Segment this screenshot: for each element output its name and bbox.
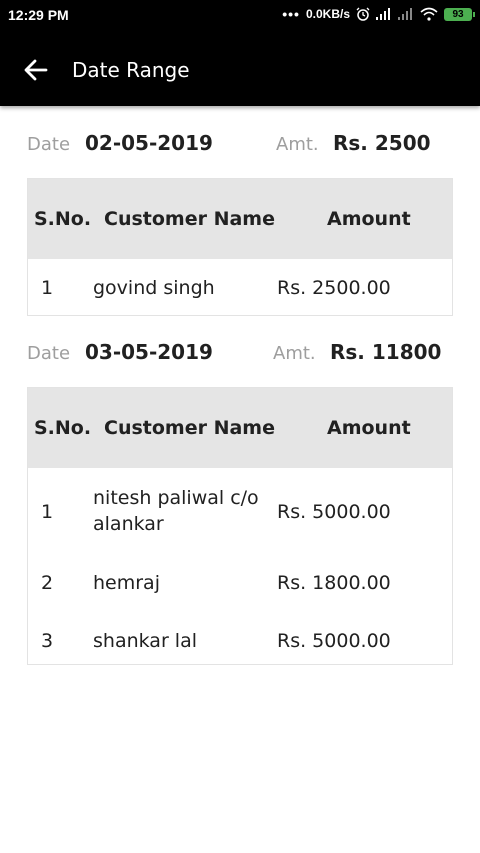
cell-amount: Rs. 5000.00	[277, 630, 391, 652]
amount-value: Rs. 2500	[333, 131, 431, 155]
date-group-header: Date 03-05-2019 Amt. Rs. 11800	[27, 337, 453, 369]
table-row[interactable]: 2 hemraj Rs. 1800.00	[28, 558, 452, 616]
cell-customer-name: nitesh paliwal c/o alankar	[93, 487, 259, 535]
status-time: 12:29 PM	[8, 7, 69, 23]
table-row[interactable]: 3 shankar lal Rs. 5000.00	[28, 616, 452, 664]
page-title: Date Range	[72, 58, 190, 82]
table-header-row: S.No. Customer Name Amount	[28, 388, 452, 468]
app-bar: Date Range	[0, 32, 480, 106]
date-label: Date	[27, 134, 71, 155]
cell-customer-name: hemraj	[93, 572, 160, 594]
status-bar: 12:29 PM ••• 0.0KB/s 93	[0, 0, 480, 32]
customer-table: S.No. Customer Name Amount 1 nitesh pali…	[27, 387, 453, 665]
alarm-icon	[356, 7, 370, 21]
date-label: Date	[27, 343, 71, 364]
column-header-customer-name: Customer Name	[104, 417, 275, 439]
cell-sno: 3	[41, 630, 54, 652]
cell-amount: Rs. 2500.00	[277, 277, 391, 299]
table-row[interactable]: 1 nitesh paliwal c/o alankar Rs. 5000.00	[28, 468, 452, 558]
cell-customer-name: shankar lal	[93, 630, 197, 652]
cell-amount: Rs. 5000.00	[277, 501, 391, 523]
arrow-left-icon[interactable]	[20, 54, 52, 86]
cell-amount: Rs. 1800.00	[277, 572, 391, 594]
column-header-sno: S.No.	[34, 417, 92, 439]
cell-sno: 1	[41, 501, 54, 523]
date-group-header: Date 02-05-2019 Amt. Rs. 2500	[27, 128, 453, 160]
column-header-amount: Amount	[327, 417, 411, 439]
battery-icon: 93	[444, 7, 475, 21]
customer-table: S.No. Customer Name Amount 1 govind sing…	[27, 178, 453, 316]
amount-label: Amt.	[273, 343, 316, 364]
signal-icon	[376, 8, 392, 20]
table-header-row: S.No. Customer Name Amount	[28, 179, 452, 259]
wifi-icon	[420, 7, 438, 21]
signal-weak-icon	[398, 8, 414, 20]
amount-label: Amt.	[276, 134, 319, 155]
column-header-customer-name: Customer Name	[104, 208, 275, 230]
cell-sno: 1	[41, 277, 54, 299]
date-value: 03-05-2019	[85, 340, 213, 364]
column-header-amount: Amount	[327, 208, 411, 230]
amount-value: Rs. 11800	[330, 340, 442, 364]
status-icons: ••• 0.0KB/s 93	[282, 6, 475, 22]
table-row[interactable]: 1 govind singh Rs. 2500.00	[28, 259, 452, 315]
date-value: 02-05-2019	[85, 131, 213, 155]
more-dots-icon: •••	[282, 6, 300, 22]
cell-sno: 2	[41, 572, 54, 594]
column-header-sno: S.No.	[34, 208, 92, 230]
cell-customer-name: govind singh	[93, 277, 215, 299]
network-speed: 0.0KB/s	[305, 7, 350, 21]
